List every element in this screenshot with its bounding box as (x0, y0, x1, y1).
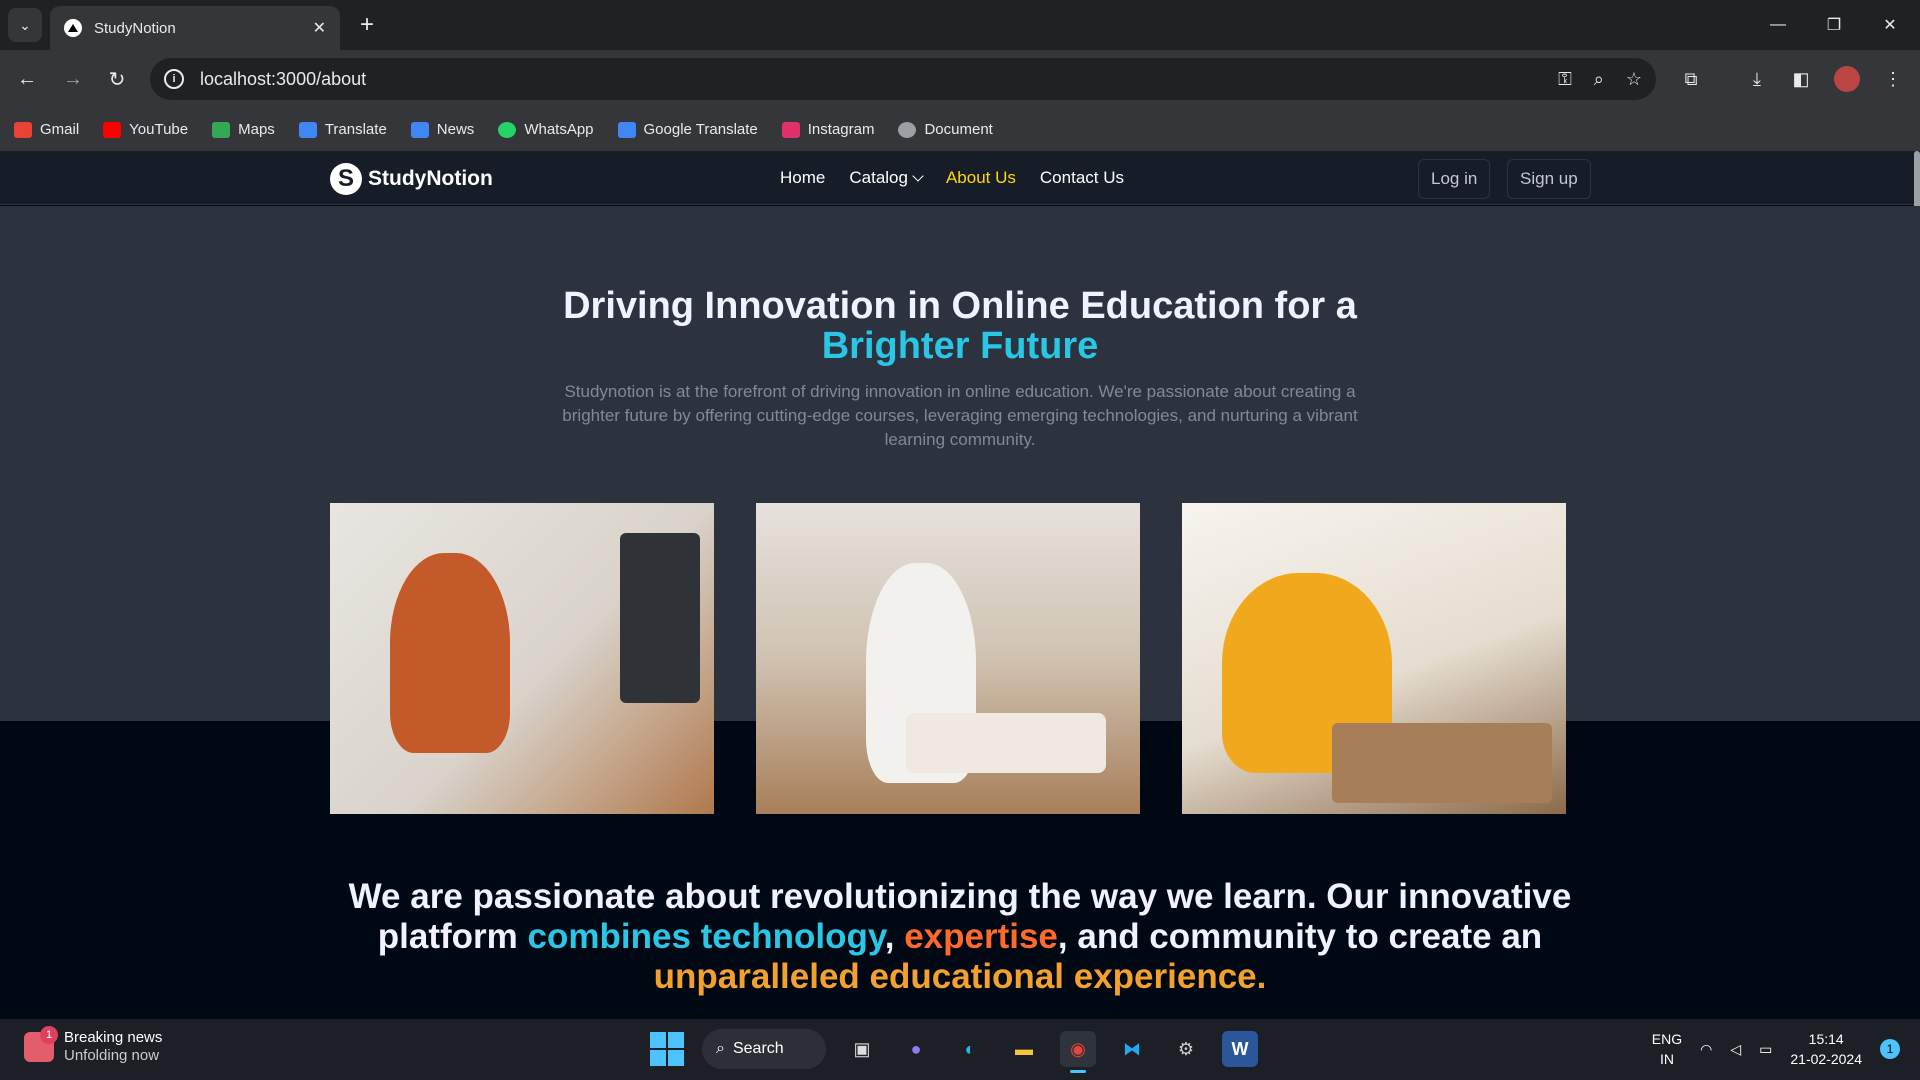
browser-toolbar: ← → ↻ i localhost:3000/about ⚿ ⌕ ☆ ⧉ ⤓ ◧… (0, 50, 1920, 108)
bookmark-gmail[interactable]: Gmail (14, 121, 79, 138)
bookmark-instagram[interactable]: Instagram (781, 121, 874, 138)
minimize-button[interactable]: — (1758, 8, 1798, 42)
taskbar-search[interactable]: ⌕ Search (702, 1029, 826, 1069)
zoom-icon[interactable]: ⌕ (1594, 69, 1604, 90)
hero-description: Studynotion is at the forefront of drivi… (562, 382, 1358, 449)
whatsapp-icon (498, 121, 517, 138)
side-panel-icon[interactable]: ◧ (1784, 62, 1818, 96)
download-icon[interactable]: ⤓ (1740, 62, 1774, 96)
browser-menu-icon[interactable]: ⋮ (1876, 62, 1910, 96)
edge-icon[interactable]: ◐ (952, 1031, 988, 1067)
nav-contact-link[interactable]: Contact Us (1040, 168, 1124, 188)
close-window-button[interactable]: ✕ (1870, 8, 1910, 42)
hero-title-line: Driving Innovation in Online Education f… (563, 285, 1357, 327)
news-widget[interactable]: 1 Breaking news Unfolding now (24, 1026, 163, 1065)
password-key-icon[interactable]: ⚿ (1558, 69, 1572, 90)
settings-gear-icon[interactable]: ⚙ (1168, 1031, 1204, 1067)
chat-icon[interactable]: ● (898, 1031, 934, 1067)
nav-about-link[interactable]: About Us (946, 168, 1016, 188)
language-indicator[interactable]: ENG IN (1652, 1029, 1682, 1069)
news-icon (410, 121, 429, 138)
google-translate-icon (617, 121, 636, 138)
login-button[interactable]: Log in (1418, 159, 1491, 199)
bookmark-google-translate[interactable]: Google Translate (617, 121, 758, 138)
student-image-2 (756, 503, 1140, 814)
vscode-icon[interactable]: ⧓ (1114, 1031, 1150, 1067)
tab-search-button[interactable]: ⌄ (8, 8, 42, 42)
site-navbar: S StudyNotion Home Catalog About Us Cont… (0, 151, 1920, 301)
word-icon[interactable]: W (1222, 1031, 1258, 1067)
globe-icon (898, 121, 917, 138)
profile-avatar[interactable] (1834, 66, 1860, 92)
nav-links: Home Catalog About Us Contact Us (780, 168, 1124, 188)
instagram-icon (781, 121, 800, 138)
nav-catalog-dropdown[interactable]: Catalog (849, 168, 924, 188)
file-explorer-icon[interactable]: ▬ (1006, 1031, 1042, 1067)
gmail-icon (14, 121, 32, 138)
reload-button[interactable]: ↻ (100, 62, 134, 96)
restore-button[interactable]: ❐ (1814, 8, 1854, 42)
search-icon: ⌕ (716, 1040, 725, 1057)
notification-badge[interactable]: 1 (1880, 1039, 1900, 1059)
bookmark-maps[interactable]: Maps (212, 121, 275, 138)
chevron-down-icon (912, 170, 924, 182)
browser-tab[interactable]: StudyNotion ✕ (50, 6, 340, 50)
hero-images (330, 503, 1568, 814)
battery-icon[interactable]: ▭ (1759, 1041, 1772, 1058)
news-icon: 1 (24, 1026, 58, 1062)
student-image-1 (330, 503, 714, 814)
windows-start-icon[interactable] (650, 1032, 684, 1066)
news-title: Breaking news (64, 1029, 163, 1046)
new-tab-button[interactable]: + (352, 10, 382, 40)
youtube-icon (103, 121, 122, 138)
site-logo[interactable]: S StudyNotion (330, 163, 493, 195)
windows-taskbar: 1 Breaking news Unfolding now ⌕ Search ▣ … (0, 1019, 1920, 1080)
bookmark-youtube[interactable]: YouTube (103, 121, 188, 138)
bookmarks-bar: Gmail YouTube Maps Translate News WhatsA… (0, 108, 1920, 151)
volume-icon[interactable]: ◁ (1730, 1041, 1741, 1058)
tab-strip: ⌄ StudyNotion ✕ + — ❐ ✕ (0, 0, 1920, 50)
bookmark-document[interactable]: Document (898, 121, 993, 138)
site-favicon-icon (64, 19, 82, 37)
back-button[interactable]: ← (10, 62, 44, 96)
nav-home-link[interactable]: Home (780, 168, 825, 188)
wifi-icon[interactable]: ◠ (1700, 1041, 1712, 1058)
brand-name: StudyNotion (368, 167, 493, 190)
bookmark-news[interactable]: News (410, 121, 474, 138)
site-info-icon[interactable]: i (164, 69, 184, 89)
hero-title: Driving Innovation in Online Education f… (0, 286, 1920, 366)
maps-icon (212, 121, 231, 138)
translate-icon (298, 121, 317, 138)
news-subtitle: Unfolding now (64, 1047, 160, 1064)
bookmark-star-icon[interactable]: ☆ (1626, 69, 1642, 90)
chrome-icon[interactable]: ◉ (1060, 1031, 1096, 1073)
browser-chrome: ⌄ StudyNotion ✕ + — ❐ ✕ ← → ↻ i localhos… (0, 0, 1920, 151)
clock[interactable]: 15:14 21-02-2024 (1790, 1029, 1862, 1069)
web-page: S StudyNotion Home Catalog About Us Cont… (0, 151, 1920, 1019)
taskbar-apps: ⌕ Search ▣ ● ◐ ▬ ◉ ⧓ ⚙ W (650, 1029, 1258, 1073)
logo-mark-icon: S (330, 163, 362, 195)
signup-button[interactable]: Sign up (1507, 159, 1591, 199)
url-text: localhost:3000/about (200, 68, 367, 89)
close-tab-icon[interactable]: ✕ (313, 18, 326, 38)
news-badge: 1 (40, 1026, 58, 1044)
task-view-icon[interactable]: ▣ (844, 1031, 880, 1067)
bookmark-whatsapp[interactable]: WhatsApp (498, 121, 594, 138)
system-tray: ENG IN ◠ ◁ ▭ 15:14 21-02-2024 1 (1652, 1029, 1900, 1069)
bookmark-translate[interactable]: Translate (298, 121, 387, 138)
hero-title-highlight: Brighter Future (821, 325, 1099, 367)
mission-quote: We are passionate about revolutionizing … (348, 877, 1572, 996)
address-bar[interactable]: i localhost:3000/about ⚿ ⌕ ☆ (150, 58, 1656, 100)
student-image-3 (1182, 503, 1566, 814)
extensions-icon[interactable]: ⧉ (1674, 62, 1708, 96)
forward-button[interactable]: → (56, 62, 90, 96)
tab-title: StudyNotion (94, 19, 176, 37)
